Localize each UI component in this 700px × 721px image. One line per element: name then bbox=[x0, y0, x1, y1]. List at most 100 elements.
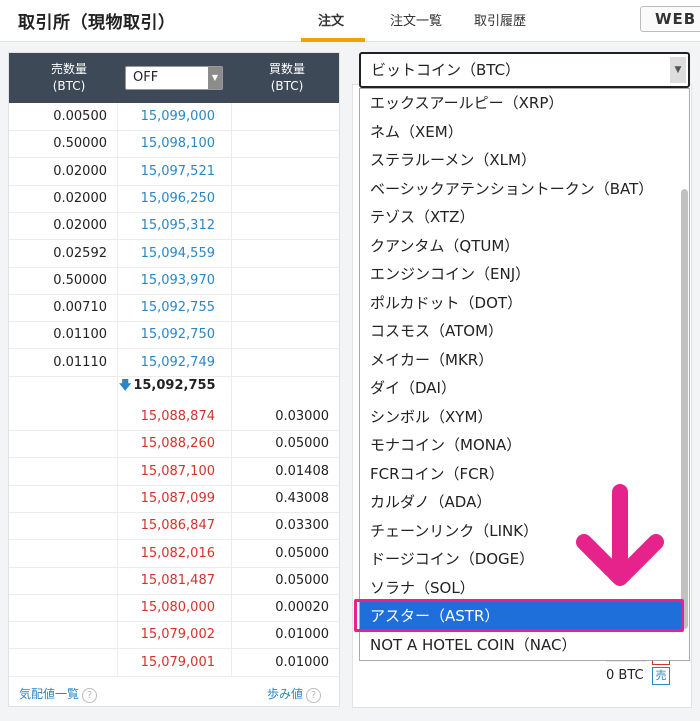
quote-list-link[interactable]: 気配値一覧? bbox=[19, 685, 98, 703]
ask-price[interactable]: 15,096,250 bbox=[119, 191, 215, 206]
bid-price[interactable]: 15,079,002 bbox=[119, 627, 215, 642]
btc-balance: 0 BTC bbox=[606, 668, 644, 683]
coin-option[interactable]: ダイ（DAI） bbox=[360, 374, 682, 403]
ask-qty: 0.01110 bbox=[53, 354, 107, 370]
ask-price[interactable]: 15,092,755 bbox=[119, 300, 215, 315]
ask-row[interactable]: 0.50000 15,098,100 bbox=[9, 130, 339, 159]
ask-price[interactable]: 15,094,559 bbox=[119, 246, 215, 261]
coin-option[interactable]: クアンタム（QTUM） bbox=[360, 232, 682, 261]
bid-price[interactable]: 15,087,099 bbox=[119, 491, 215, 506]
arrow-down-icon: 🡇 bbox=[119, 378, 132, 392]
ask-row[interactable]: 0.01110 15,092,749 bbox=[9, 349, 339, 377]
coin-option[interactable]: エックスアールピー（XRP） bbox=[360, 89, 682, 118]
ask-price[interactable]: 15,099,000 bbox=[119, 109, 215, 124]
order-book: 売数量 (BTC) OFF ▼ 買数量 (BTC) 0.00500 15,099,… bbox=[8, 52, 340, 707]
bid-qty: 0.03300 bbox=[275, 518, 329, 534]
ask-row[interactable]: 0.00710 15,092,755 bbox=[9, 294, 339, 323]
ask-row[interactable]: 0.00500 15,099,000 bbox=[9, 103, 339, 131]
quote-list-label: 気配値一覧 bbox=[19, 687, 80, 701]
ask-qty: 0.01100 bbox=[53, 327, 107, 343]
bid-row[interactable]: 15,080,000 0.00020 bbox=[9, 594, 339, 623]
web-button[interactable]: WEB bbox=[640, 6, 700, 32]
scrollbar[interactable] bbox=[681, 189, 688, 629]
chevron-down-icon: ▼ bbox=[670, 57, 686, 83]
ask-row[interactable]: 0.02000 15,096,250 bbox=[9, 185, 339, 213]
page-title: 取引所（現物取引） bbox=[18, 13, 176, 33]
bid-row[interactable]: 15,087,100 0.01408 bbox=[9, 458, 339, 486]
coin-option[interactable]: ステラルーメン（XLM） bbox=[360, 146, 682, 175]
tab-trade-history[interactable]: 取引履歴 bbox=[474, 10, 526, 42]
bid-price[interactable]: 15,079,001 bbox=[119, 655, 215, 670]
bid-price[interactable]: 15,086,847 bbox=[119, 518, 215, 533]
ask-row[interactable]: 0.02592 15,094,559 bbox=[9, 240, 339, 268]
bid-price[interactable]: 15,081,487 bbox=[119, 573, 215, 588]
ask-qty: 0.50000 bbox=[53, 136, 107, 152]
coin-option[interactable]: エンジンコイン（ENJ） bbox=[360, 260, 682, 289]
coin-option[interactable]: テゾス（XTZ） bbox=[360, 203, 682, 232]
ask-qty: 0.02000 bbox=[53, 218, 107, 234]
ask-qty: 0.02000 bbox=[53, 163, 107, 179]
highlight-box bbox=[354, 599, 684, 632]
trade-ticks-link[interactable]: 歩み値? bbox=[267, 685, 322, 703]
order-book-footer: 気配値一覧? 歩み値? bbox=[9, 677, 339, 707]
ask-qty: 0.00500 bbox=[53, 109, 107, 124]
sell-qty-header: 売数量 (BTC) bbox=[50, 62, 87, 93]
ask-qty: 0.00710 bbox=[53, 300, 107, 316]
mid-price: 🡇 15,092,755 bbox=[119, 376, 239, 397]
sell-button[interactable]: 売 bbox=[652, 667, 670, 685]
ask-row[interactable]: 0.01100 15,092,750 bbox=[9, 321, 339, 350]
ask-price[interactable]: 15,095,312 bbox=[119, 218, 215, 233]
order-book-header: 売数量 (BTC) OFF ▼ 買数量 (BTC) bbox=[9, 53, 339, 103]
bid-price[interactable]: 15,082,016 bbox=[119, 546, 215, 561]
mode-select[interactable]: OFF ▼ bbox=[125, 66, 223, 90]
help-icon[interactable]: ? bbox=[82, 688, 98, 703]
help-icon[interactable]: ? bbox=[306, 688, 322, 703]
ask-row[interactable]: 0.02000 15,095,312 bbox=[9, 212, 339, 241]
ask-row[interactable]: 0.02000 15,097,521 bbox=[9, 158, 339, 186]
bid-price[interactable]: 15,088,874 bbox=[119, 409, 215, 424]
bid-qty: 0.03000 bbox=[275, 409, 329, 424]
stage: { "header": { "title": "取引所（現物取引）", "tab… bbox=[0, 0, 700, 721]
bid-price[interactable]: 15,080,000 bbox=[119, 600, 215, 615]
bid-row[interactable]: 15,086,847 0.03300 bbox=[9, 512, 339, 541]
mid-price-value: 15,092,755 bbox=[133, 378, 216, 393]
ask-price[interactable]: 15,093,970 bbox=[119, 273, 215, 288]
chevron-down-icon: ▼ bbox=[208, 67, 222, 89]
coin-option[interactable]: シンボル（XYM） bbox=[360, 403, 682, 432]
bid-row[interactable]: 15,082,016 0.05000 bbox=[9, 540, 339, 568]
bid-qty: 0.05000 bbox=[275, 572, 329, 588]
bid-qty: 0.43008 bbox=[275, 490, 329, 506]
bid-qty: 0.05000 bbox=[275, 545, 329, 561]
ask-qty: 0.02592 bbox=[53, 245, 107, 261]
coin-option[interactable]: ポルカドット（DOT） bbox=[360, 289, 682, 318]
bid-row[interactable]: 15,088,874 0.03000 bbox=[9, 403, 339, 431]
coin-option[interactable]: ネム（XEM） bbox=[360, 118, 682, 147]
trade-ticks-label: 歩み値 bbox=[267, 687, 304, 701]
coin-select[interactable]: ビットコイン（BTC） ▼ bbox=[359, 52, 690, 88]
active-tab-indicator bbox=[301, 38, 365, 42]
ask-price[interactable]: 15,092,749 bbox=[119, 355, 215, 370]
ask-qty: 0.02000 bbox=[53, 190, 107, 206]
header-bar: 取引所（現物取引） 注文 注文一覧 取引履歴 WEB bbox=[0, 0, 700, 42]
coin-option[interactable]: ベーシックアテンショントークン（BAT） bbox=[360, 175, 682, 204]
coin-select-value: ビットコイン（BTC） bbox=[371, 61, 521, 79]
bid-row[interactable]: 15,088,260 0.05000 bbox=[9, 430, 339, 459]
ask-price[interactable]: 15,097,521 bbox=[119, 164, 215, 179]
bid-price[interactable]: 15,087,100 bbox=[119, 464, 215, 479]
ask-qty: 0.50000 bbox=[53, 272, 107, 288]
bid-row[interactable]: 15,081,487 0.05000 bbox=[9, 567, 339, 595]
ask-price[interactable]: 15,092,750 bbox=[119, 327, 215, 342]
bid-row[interactable]: 15,087,099 0.43008 bbox=[9, 485, 339, 513]
coin-option[interactable]: コスモス（ATOM） bbox=[360, 317, 682, 346]
coin-option[interactable]: モナコイン（MONA） bbox=[360, 431, 682, 460]
ask-row[interactable]: 0.50000 15,093,970 bbox=[9, 267, 339, 295]
tab-order-list[interactable]: 注文一覧 bbox=[390, 10, 442, 42]
bid-qty: 0.00020 bbox=[275, 600, 329, 616]
bid-row[interactable]: 15,079,002 0.01000 bbox=[9, 621, 339, 650]
bid-price[interactable]: 15,088,260 bbox=[119, 436, 215, 451]
coin-option[interactable]: メイカー（MKR） bbox=[360, 346, 682, 375]
bid-row[interactable]: 15,079,001 0.01000 bbox=[9, 649, 339, 677]
ask-price[interactable]: 15,098,100 bbox=[119, 136, 215, 151]
coin-option[interactable]: NOT A HOTEL COIN（NAC） bbox=[360, 631, 682, 660]
bid-qty: 0.01408 bbox=[275, 463, 329, 479]
